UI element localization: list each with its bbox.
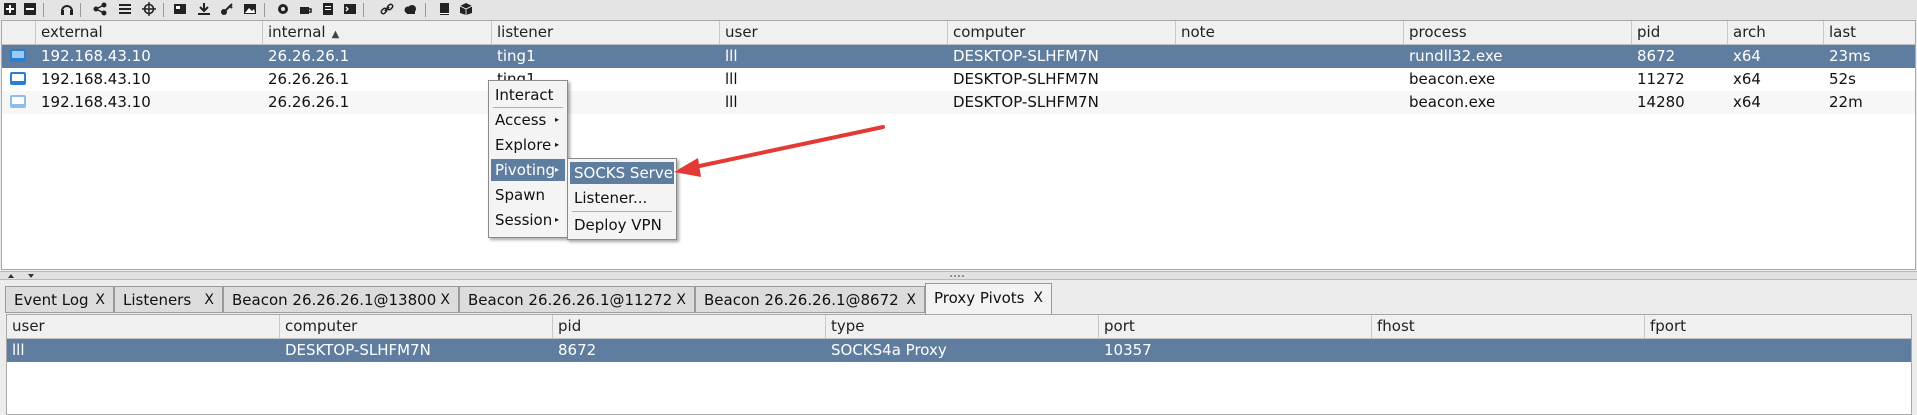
column-header-user[interactable]: user xyxy=(7,315,280,338)
column-header-fport[interactable]: fport xyxy=(1645,315,1911,338)
column-header-port[interactable]: port xyxy=(1099,315,1372,338)
cell-fhost xyxy=(1372,339,1377,362)
panel-splitter[interactable] xyxy=(0,271,1917,280)
tab-beacon-13800[interactable]: Beacon 26.26.26.1@13800 X xyxy=(223,286,459,313)
close-icon[interactable]: X xyxy=(676,287,686,314)
splitter-grip-icon xyxy=(950,275,964,277)
cell-type: SOCKS4a Proxy xyxy=(831,341,947,359)
column-header-pid[interactable]: pid xyxy=(553,315,826,338)
tab-proxy-pivots[interactable]: Proxy Pivots X xyxy=(925,283,1052,314)
tab-beacon-11272[interactable]: Beacon 26.26.26.1@11272 X xyxy=(459,286,695,313)
close-icon[interactable]: X xyxy=(204,287,214,314)
proxy-pivots-table: user computer pid type port fhost fport … xyxy=(6,314,1912,415)
close-icon[interactable]: X xyxy=(95,287,105,314)
cell-port: 10357 xyxy=(1104,341,1152,359)
cell-computer: DESKTOP-SLHFM7N xyxy=(285,341,431,359)
cell-fport xyxy=(1645,339,1650,362)
proxy-table-header: user computer pid type port fhost fport xyxy=(7,315,1911,339)
tab-beacon-8672[interactable]: Beacon 26.26.26.1@8672 X xyxy=(695,286,925,313)
column-header-fhost[interactable]: fhost xyxy=(1372,315,1645,338)
proxy-row[interactable]: lll DESKTOP-SLHFM7N 8672 SOCKS4a Proxy 1… xyxy=(7,339,1911,362)
close-icon[interactable]: X xyxy=(440,287,450,314)
collapse-arrows-icon[interactable] xyxy=(6,272,46,280)
cell-user: lll xyxy=(12,341,25,359)
column-header-computer[interactable]: computer xyxy=(280,315,553,338)
close-icon[interactable]: X xyxy=(906,287,916,314)
close-icon[interactable]: X xyxy=(1033,284,1043,313)
console-tabs: Event Log X Listeners X Beacon 26.26.26.1@… xyxy=(0,281,1917,314)
cell-pid: 8672 xyxy=(558,341,597,359)
tab-listeners[interactable]: Listeners X xyxy=(114,286,223,313)
tab-event-log[interactable]: Event Log X xyxy=(5,286,114,313)
column-header-type[interactable]: type xyxy=(826,315,1099,338)
